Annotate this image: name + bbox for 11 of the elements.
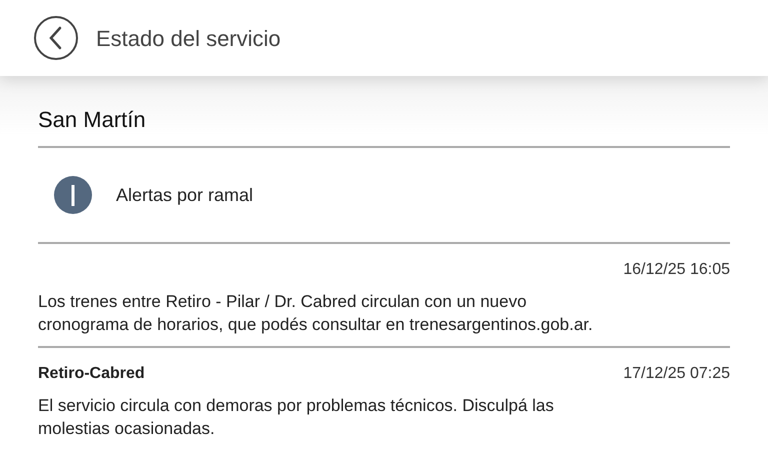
line-name: San Martín — [38, 106, 146, 134]
alert-message: El servicio circula con demoras por problemas técnicos. Disculpá las molestias ocasionadas. — [38, 395, 555, 440]
alerts-by-branch-label: Alertas por ramal — [116, 184, 254, 207]
back-button[interactable] — [34, 16, 78, 60]
alert-message: Los trenes entre Retiro - Pilar / Dr. Cabred circulan con un nuevo cronograma de horarios, que podés consultar en trenesargentinos.gob.ar. — [38, 291, 594, 336]
chevron-left-icon — [48, 26, 64, 50]
alert-time: 17/12/25 07:25 — [623, 364, 730, 384]
page-title: Estado del servicio — [96, 24, 281, 52]
branch-name: Retiro-Cabred — [38, 364, 145, 384]
info-icon — [54, 176, 92, 214]
alert-time: 16/12/25 16:05 — [623, 260, 730, 280]
